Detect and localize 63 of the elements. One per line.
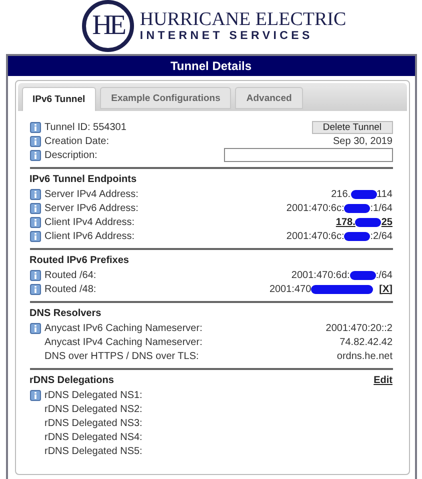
tab[interactable]: IPv6 Tunnel — [22, 87, 96, 111]
section-title: IPv6 Tunnel Endpoints — [30, 174, 137, 185]
redaction-mark — [344, 204, 370, 212]
field-label: Anycast IPv6 Caching Nameserver: — [44, 322, 202, 334]
info-icon[interactable] — [30, 216, 40, 228]
address-value: :/64 — [376, 270, 392, 280]
field-label: Anycast IPv4 Caching Nameserver: — [44, 336, 202, 348]
info-icon[interactable] — [30, 136, 40, 146]
description-field[interactable] — [224, 148, 392, 162]
tab[interactable]: Example Configurations — [100, 87, 232, 109]
field-label: Client IPv4 Address: — [44, 216, 135, 228]
field-label: rDNS Delegated NS5: — [44, 446, 142, 456]
address-value: 114 — [376, 188, 392, 200]
address-value: 216. — [331, 188, 351, 200]
info-icon[interactable] — [30, 390, 40, 400]
redaction-mark — [350, 190, 377, 198]
redaction-mark — [311, 284, 374, 294]
field-label: rDNS Delegated NS4: — [44, 432, 142, 442]
panel-title: Tunnel Details — [8, 56, 414, 76]
field-label: DNS over HTTPS / DNS over TLS: — [44, 350, 199, 362]
logo-subtitle: INTERNET SERVICES — [140, 30, 314, 42]
info-icon[interactable] — [30, 322, 40, 334]
field-label: Description: — [44, 150, 98, 160]
tab[interactable]: Advanced — [235, 87, 303, 109]
info-icon[interactable] — [30, 230, 40, 242]
info-icon[interactable] — [30, 202, 40, 214]
address-value: :1/64 — [370, 202, 392, 214]
info-icon[interactable] — [30, 284, 40, 294]
section-title: Routed IPv6 Prefixes — [30, 255, 129, 266]
field-label: rDNS Delegated NS3: — [44, 418, 142, 428]
redaction-mark — [344, 232, 370, 240]
info-icon[interactable] — [30, 188, 40, 200]
field-label: rDNS Delegated NS2: — [44, 404, 142, 414]
redaction-mark — [355, 218, 382, 226]
address-link[interactable]: 178. — [336, 216, 356, 228]
field-value: 2001:470:20::2 — [326, 322, 392, 334]
info-icon[interactable] — [30, 122, 40, 132]
redaction-mark — [350, 270, 376, 280]
info-icon[interactable] — [30, 150, 40, 160]
field-label: Client IPv6 Address: — [44, 230, 135, 242]
field-label: Creation Date: — [44, 136, 109, 146]
field-value: 74.82.42.42 — [340, 336, 392, 348]
delete-tunnel-button[interactable]: Delete Tunnel — [312, 120, 392, 134]
address-value: 2001:470 — [269, 284, 312, 294]
info-icon[interactable] — [30, 270, 40, 280]
field-label: rDNS Delegated NS1: — [44, 390, 142, 400]
address-link[interactable]: 25 — [381, 216, 392, 228]
address-value: 2001:470:6c: — [286, 202, 344, 214]
address-value: 2001:470:6c: — [286, 230, 344, 242]
logo-title: HURRICANE ELECTRIC — [140, 10, 346, 30]
address-value: 2001:470:6d: — [291, 270, 350, 280]
edit-link[interactable]: Edit — [374, 375, 392, 386]
field-label: Routed /64: — [44, 270, 96, 280]
field-value: ordns.he.net — [336, 350, 392, 362]
field-label: Server IPv6 Address: — [44, 202, 138, 214]
field-label: Routed /48: — [44, 284, 96, 294]
remove-link[interactable]: [X] — [379, 284, 392, 294]
field-value: Sep 30, 2019 — [333, 136, 392, 146]
field-label: Tunnel ID: 554301 — [44, 122, 126, 132]
section-title: rDNS Delegations — [30, 375, 114, 386]
section-title: DNS Resolvers — [30, 308, 102, 319]
address-value: :2/64 — [370, 230, 392, 242]
field-label: Server IPv4 Address: — [44, 188, 138, 200]
